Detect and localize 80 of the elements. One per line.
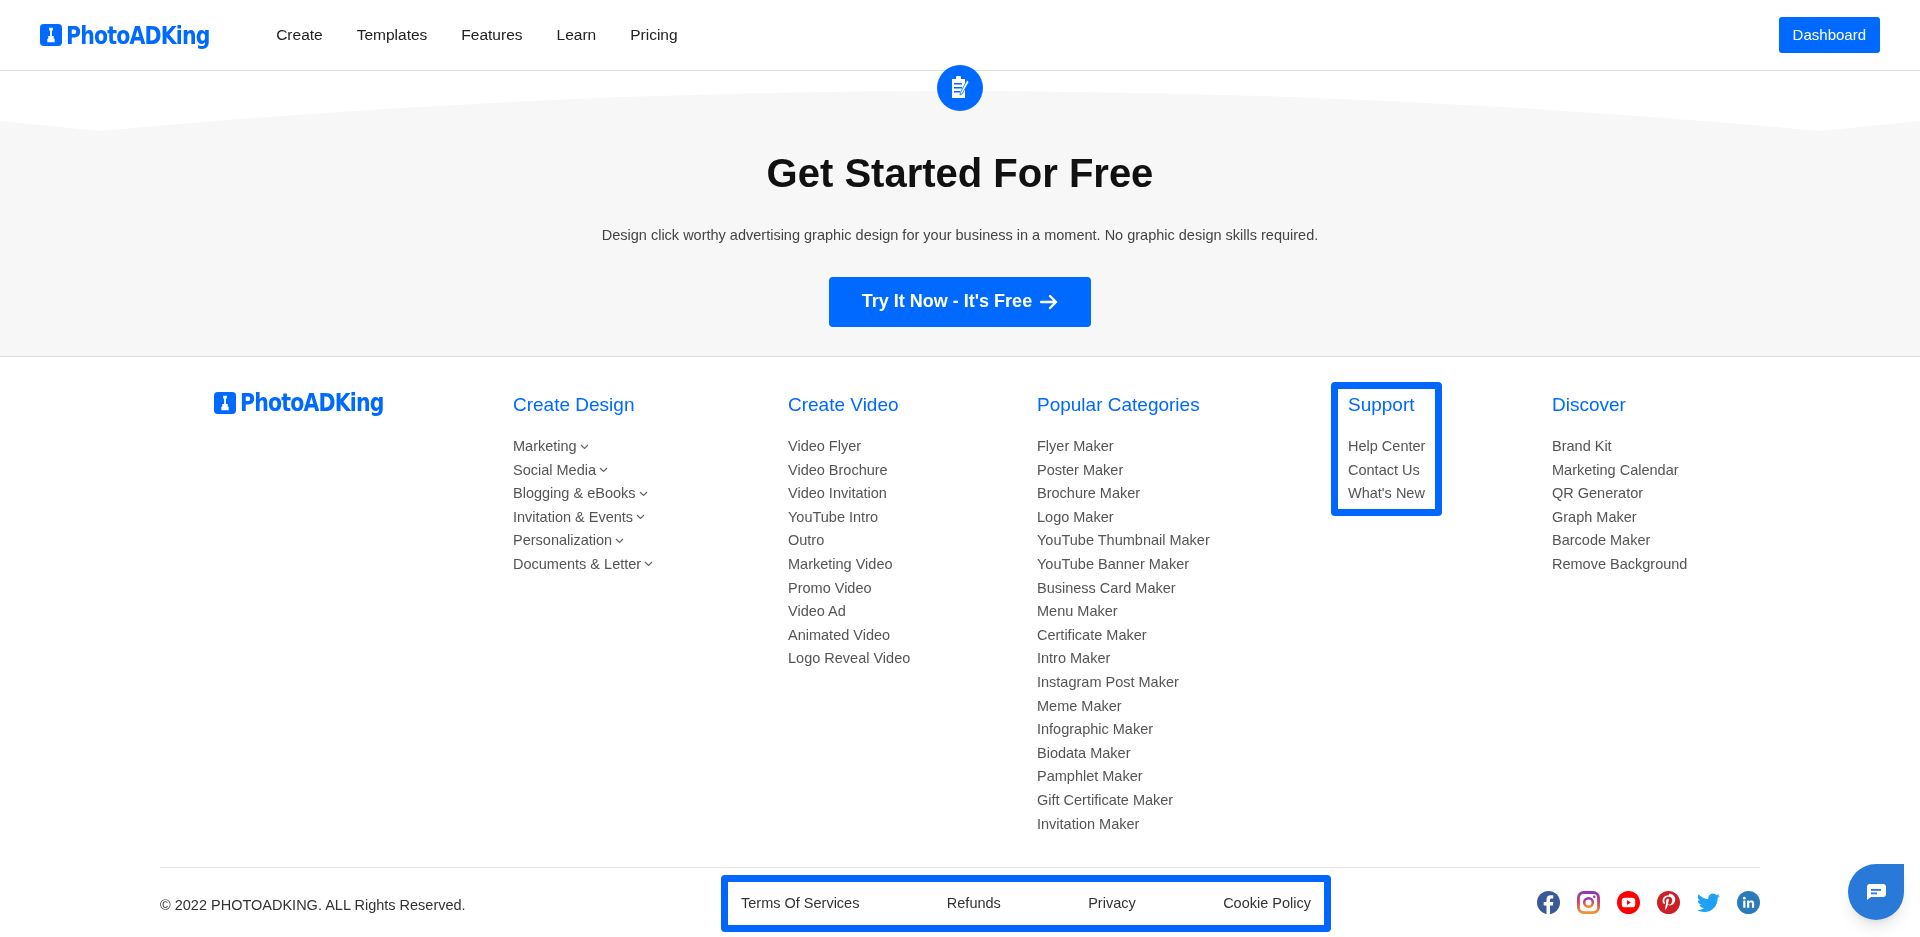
legal-link[interactable]: Cookie Policy [1223,892,1311,915]
facebook-icon[interactable] [1537,891,1560,914]
footer-link[interactable]: Invitation Maker [1037,814,1140,834]
footer-link[interactable]: Menu Maker [1037,602,1118,622]
footer-link[interactable]: Video Invitation [788,484,887,504]
footer-link[interactable]: Social Media [513,460,596,480]
footer-link[interactable]: Poster Maker [1037,460,1124,480]
footer-link[interactable]: Invitation & Events [513,507,634,527]
dashboard-button[interactable]: Dashboard [1778,17,1880,53]
footer-link[interactable]: QR Generator [1552,484,1644,504]
footer-link[interactable]: Marketing Calendar [1552,460,1679,480]
logo-text[interactable]: PhotoADKing [240,390,384,415]
chevron-down-icon[interactable] [638,490,648,497]
nav-link[interactable]: Create [276,23,323,47]
chat-icon [1865,883,1887,901]
footer-link[interactable]: Biodata Maker [1037,743,1131,763]
footer-link[interactable]: Logo Maker [1037,507,1114,527]
footer-link[interactable]: Brochure Maker [1037,484,1141,504]
footer-link[interactable]: YouTube Intro [788,507,879,527]
footer-link[interactable]: Business Card Maker [1037,578,1176,598]
footer-link[interactable]: Flyer Maker [1037,437,1114,456]
footer-link[interactable]: Documents & Letter [513,554,642,574]
hero-title: Get Started For Free [766,150,1154,197]
chevron-down-icon[interactable] [636,514,646,521]
footer-link[interactable]: Logo Reveal Video [788,649,911,669]
logo-icon [40,24,62,46]
hero-subtitle: Design click worthy advertising graphic design for your business in a moment. No graphic design skills required. [601,226,1319,245]
nav-link[interactable]: Pricing [630,23,678,47]
footer-link[interactable]: Marketing [513,437,577,456]
footer-link[interactable]: Blogging & eBooks [513,484,636,504]
instagram-icon[interactable] [1577,891,1600,914]
footer-link[interactable]: Help Center [1348,437,1426,456]
try-now-button[interactable]: Try It Now - It's Free [829,276,1091,327]
footer-link[interactable]: Intro Maker [1037,649,1111,669]
chevron-down-icon[interactable] [644,561,654,568]
column-heading: Create Video [788,393,900,417]
nav-link[interactable]: Features [461,23,523,47]
column-heading: Create Design [513,393,636,417]
footer-link[interactable]: Marketing Video [788,554,893,574]
chevron-down-icon[interactable] [579,443,589,450]
footer-link[interactable]: Video Ad [788,602,846,622]
footer-link[interactable]: Gift Certificate Maker [1037,790,1174,810]
legal-link[interactable]: Refunds [946,892,1001,915]
chevron-down-icon[interactable] [599,467,608,474]
logo-icon [214,391,236,414]
footer-link[interactable]: Meme Maker [1037,696,1122,716]
linkedin-icon[interactable] [1737,891,1760,914]
footer-link[interactable]: Promo Video [788,578,872,598]
logo-text[interactable]: PhotoADKing [66,22,210,48]
footer-link[interactable]: Instagram Post Maker [1037,672,1179,692]
arrow-right-icon [1040,293,1059,310]
legal-link[interactable]: Terms Of Services [741,892,860,915]
column-heading: Popular Categories [1037,393,1201,417]
footer-link[interactable]: YouTube Banner Maker [1037,554,1190,574]
nav-link[interactable]: Learn [556,23,597,47]
footer-link[interactable]: Brand Kit [1552,437,1612,456]
footer-link[interactable]: Barcode Maker [1552,531,1651,551]
footer-link[interactable]: Pamphlet Maker [1037,767,1143,787]
footer-link[interactable]: Certificate Maker [1037,625,1147,645]
footer-link[interactable]: Video Brochure [788,460,888,480]
nav-link[interactable]: Templates [356,23,428,47]
pinterest-icon[interactable] [1657,891,1680,914]
footer-link[interactable]: YouTube Thumbnail Maker [1037,531,1210,551]
footer-link[interactable]: Remove Background [1552,554,1688,574]
legal-link[interactable]: Privacy [1088,892,1136,915]
footer-link[interactable]: Contact Us [1348,460,1420,480]
footer-link[interactable]: What's New [1348,484,1425,504]
footer-link[interactable]: Infographic Maker [1037,720,1154,740]
column-heading: Discover [1552,393,1627,417]
footer-link[interactable]: Outro [788,531,825,551]
footer-link[interactable]: Graph Maker [1552,507,1637,527]
column-heading: Support [1348,393,1416,417]
footer-link[interactable]: Video Flyer [788,437,862,456]
footer-link[interactable]: Animated Video [788,625,891,645]
chat-button[interactable] [1848,864,1904,920]
youtube-icon[interactable] [1617,891,1640,914]
chevron-down-icon[interactable] [615,537,625,544]
twitter-icon[interactable] [1697,892,1720,913]
copyright-text: © 2022 PHOTOADKING. ALL Rights Reserved. [160,895,467,915]
footer-link[interactable]: Personalization [513,531,613,551]
